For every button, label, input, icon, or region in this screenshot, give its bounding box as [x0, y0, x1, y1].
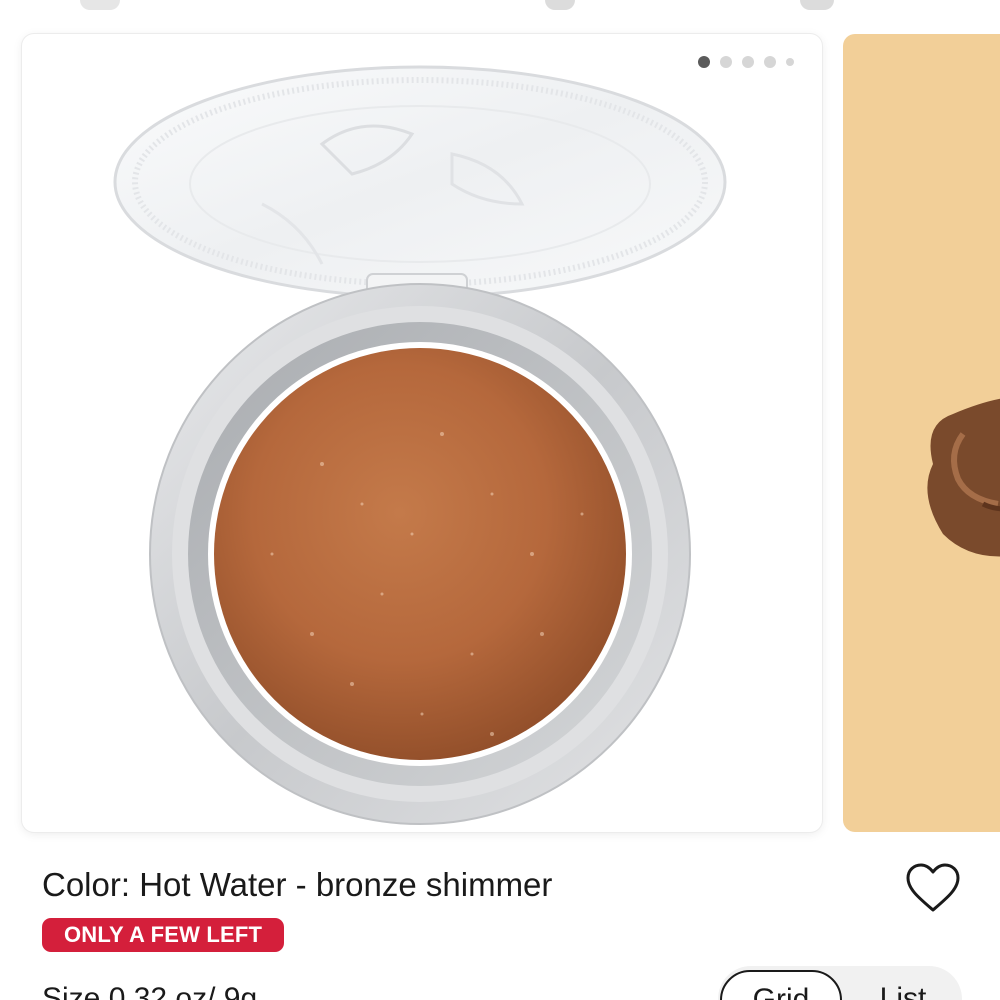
header-cutoff	[0, 0, 1000, 14]
product-image-carousel[interactable]	[0, 32, 1000, 834]
list-view-button[interactable]: List	[848, 966, 958, 1000]
product-image-card[interactable]	[22, 34, 822, 832]
carousel-dot[interactable]	[786, 58, 794, 66]
carousel-dot-active[interactable]	[698, 56, 710, 68]
carousel-dot[interactable]	[720, 56, 732, 68]
product-swatch-image	[927, 398, 1000, 557]
carousel-dot[interactable]	[742, 56, 754, 68]
product-compact-image	[113, 65, 727, 825]
carousel-pagination	[698, 56, 794, 68]
next-product-image-card[interactable]	[843, 34, 1000, 832]
stock-status-badge: ONLY A FEW LEFT	[42, 918, 285, 952]
carousel-dot[interactable]	[764, 56, 776, 68]
product-page: Color: Hot Water - bronze shimmer ONLY A…	[0, 0, 1000, 1000]
selected-color-label: Color: Hot Water - bronze shimmer	[42, 866, 553, 903]
wishlist-heart-icon[interactable]	[905, 862, 961, 914]
view-mode-toggle: Grid List	[718, 966, 962, 1000]
product-size-label: Size 0.32 oz/ 9g	[42, 982, 258, 1000]
grid-view-button[interactable]: Grid	[720, 970, 842, 1000]
